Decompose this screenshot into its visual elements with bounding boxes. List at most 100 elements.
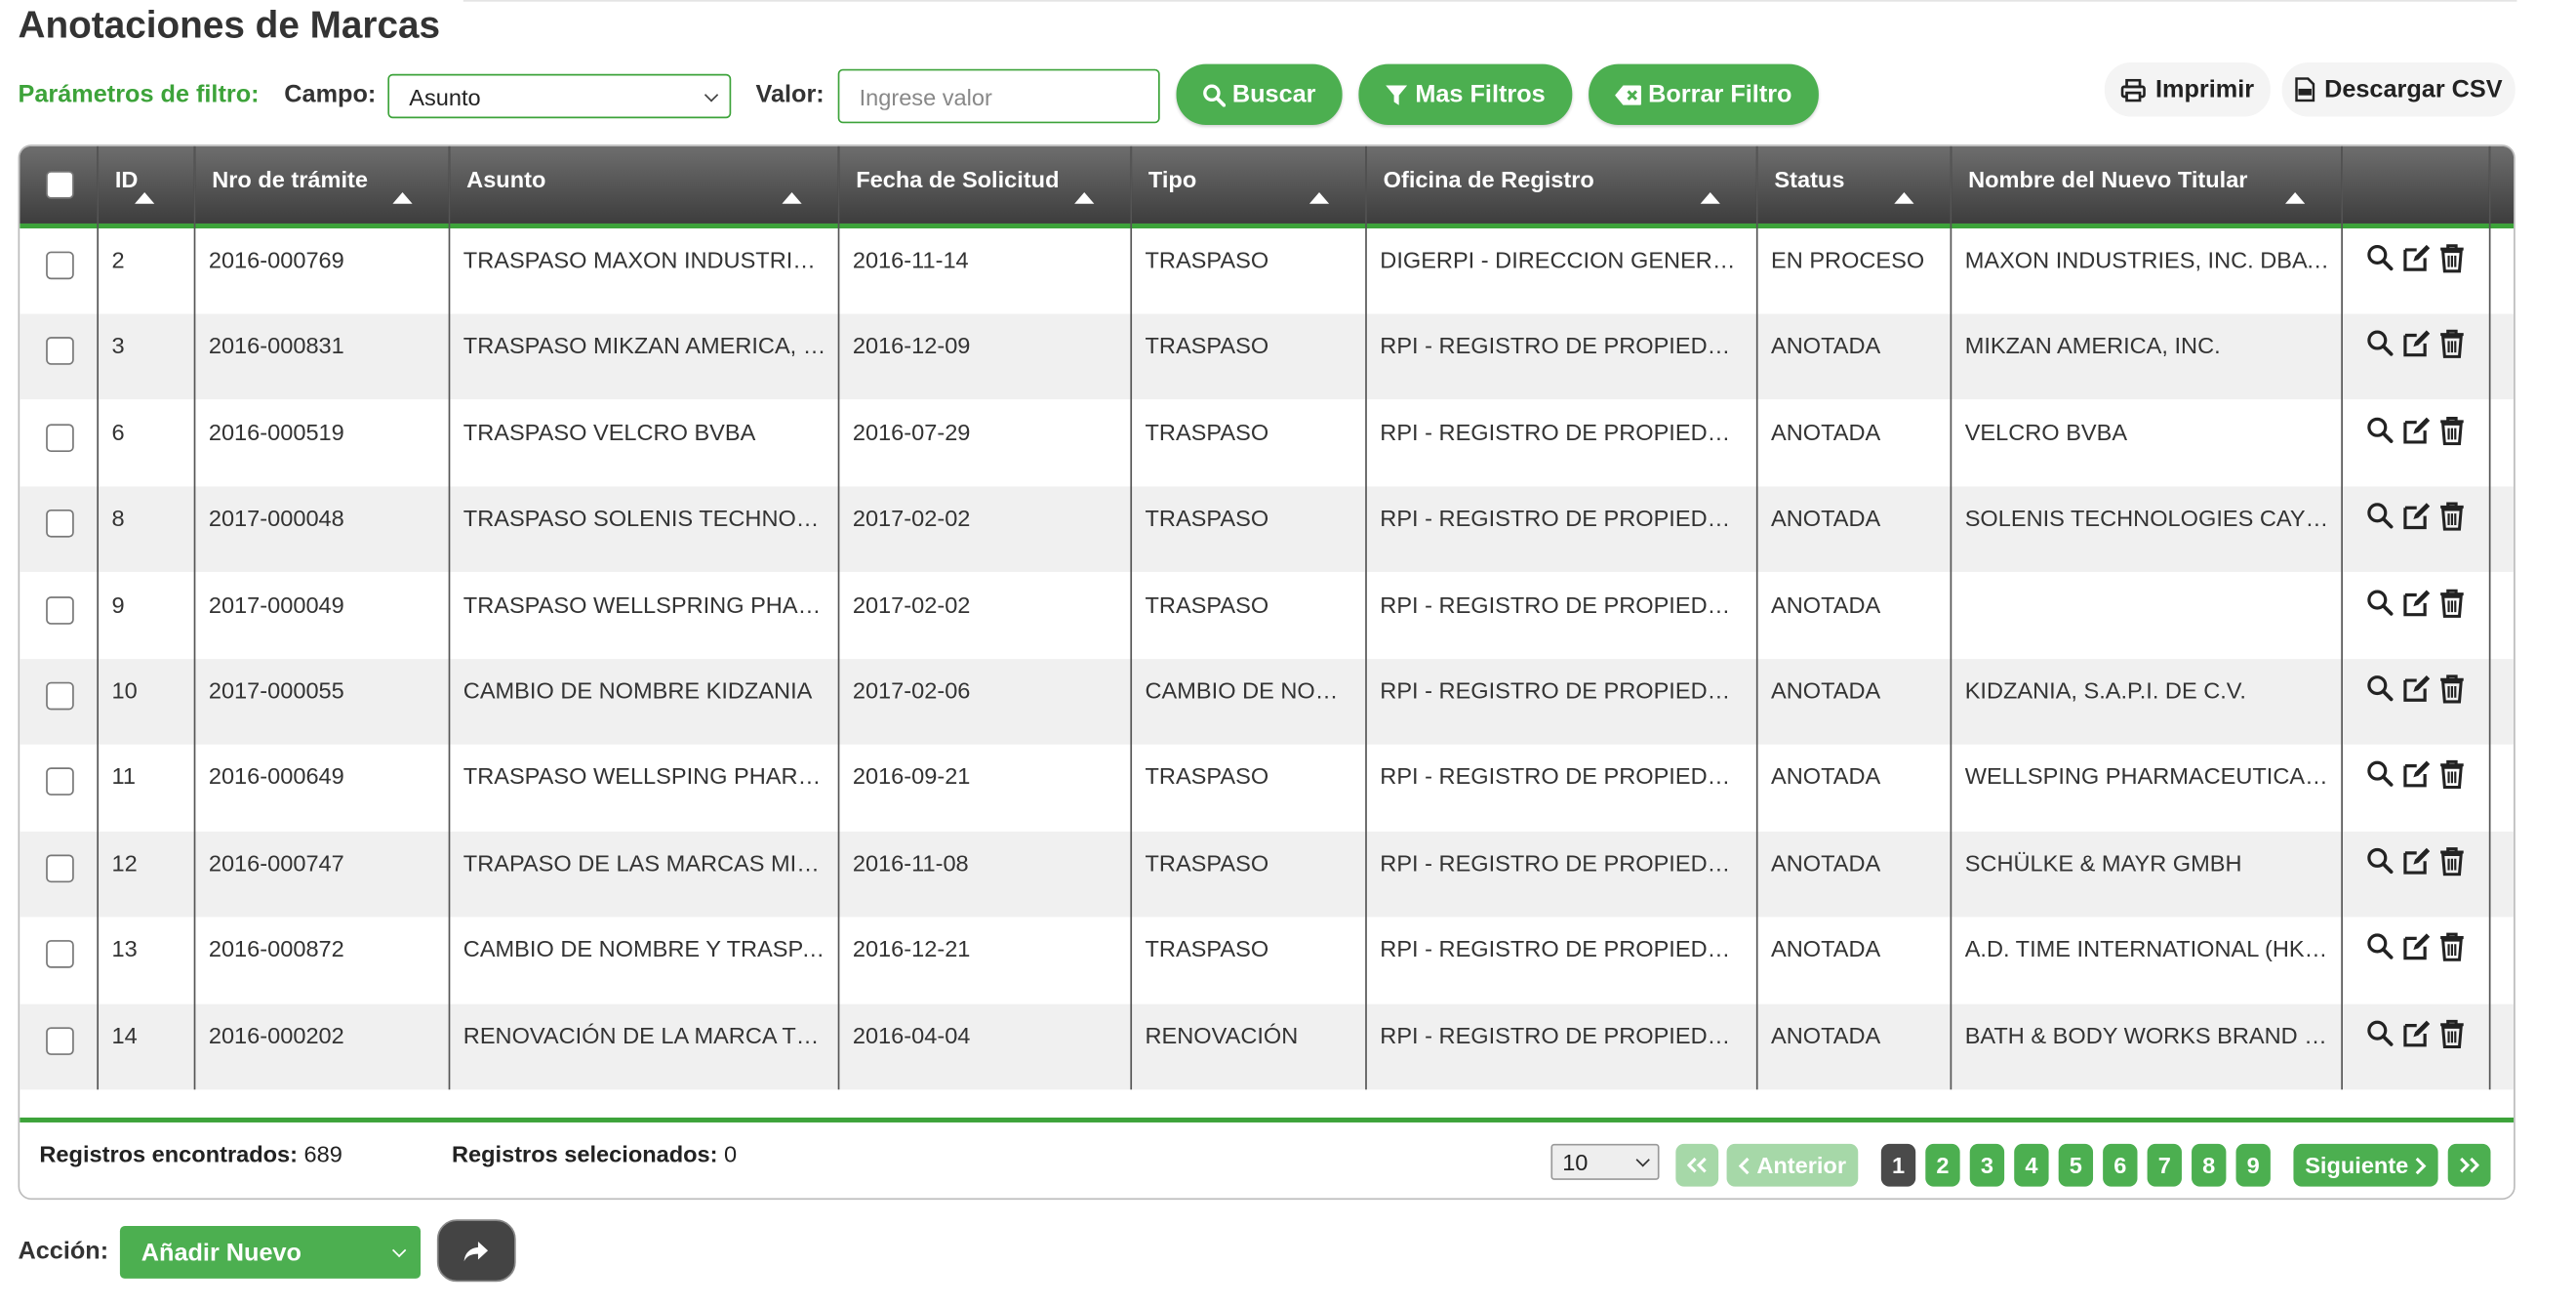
page-button[interactable]: 1 [1880, 1143, 1916, 1187]
view-icon[interactable] [2366, 846, 2395, 876]
edit-icon[interactable] [2402, 673, 2431, 703]
cell-asunto: TRAPASO DE LAS MARCAS MIKZAN [463, 849, 840, 877]
row-actions [2366, 673, 2467, 704]
cell-status: ANOTADA [1771, 762, 1881, 790]
select-all-checkbox[interactable] [46, 171, 74, 199]
table-row[interactable]: 11 2016-000649 TRASPASO WELLSPING PHARMACE… [20, 745, 2514, 831]
descargar-csv-button[interactable]: Descargar CSV [2281, 61, 2516, 117]
header-tipo[interactable]: Tipo [1132, 145, 1367, 224]
cell-asunto: TRASPASO VELCRO BVBA [463, 419, 756, 445]
execute-action-button[interactable] [436, 1219, 516, 1283]
cell-status: ANOTADA [1771, 1021, 1881, 1048]
edit-icon[interactable] [2402, 502, 2431, 531]
view-icon[interactable] [2366, 416, 2395, 445]
delete-icon[interactable] [2438, 1018, 2467, 1048]
edit-icon[interactable] [2402, 1018, 2431, 1047]
row-checkbox[interactable] [46, 251, 74, 280]
delete-icon[interactable] [2438, 932, 2467, 962]
view-icon[interactable] [2366, 932, 2395, 961]
table-row[interactable]: 10 2017-000055 CAMBIO DE NOMBRE KIDZANIA 20… [20, 659, 2515, 745]
row-checkbox[interactable] [46, 854, 74, 882]
edit-icon[interactable] [2402, 243, 2431, 272]
page-button[interactable]: 2 [1925, 1143, 1960, 1187]
header-status[interactable]: Status [1758, 145, 1952, 224]
delete-icon[interactable] [2438, 243, 2467, 273]
cell-oficina: RPI - REGISTRO DE PROPIEDAD INDUSTRIAL [1380, 505, 1757, 532]
accion-select[interactable]: Añadir Nuevo [119, 1226, 422, 1279]
header-select-cell [20, 145, 100, 224]
row-checkbox[interactable] [46, 424, 74, 452]
page-button[interactable]: 6 [2103, 1143, 2138, 1187]
page-button[interactable]: 7 [2147, 1143, 2182, 1187]
cell-status: ANOTADA [1771, 505, 1881, 532]
table-row[interactable]: 12 2016-000747 TRAPASO DE LAS MARCAS MIKZA… [20, 831, 2515, 918]
table-row[interactable]: 13 2016-000872 CAMBIO DE NOMBRE Y TRASPASO… [20, 918, 2514, 1003]
cell-titular: SOLENIS TECHNOLOGIES CAYMAN [1964, 505, 2343, 532]
last-page-button[interactable] [2447, 1143, 2491, 1187]
view-icon[interactable] [2366, 243, 2395, 272]
table-row[interactable]: 2 2016-000769 TRASPASO MAXON INDUSTRIES, I… [20, 228, 2514, 314]
imprimir-button[interactable]: Imprimir [2104, 61, 2271, 117]
borrar-filtro-button[interactable]: Borrar Filtro [1589, 63, 1819, 125]
page-button[interactable]: 3 [1969, 1143, 2005, 1187]
edit-icon[interactable] [2402, 329, 2431, 358]
table-row[interactable]: 8 2017-000048 TRASPASO SOLENIS TECHNOLOGIE… [20, 486, 2515, 573]
cell-id: 13 [111, 935, 138, 962]
header-oficina[interactable]: Oficina de Registro [1367, 145, 1758, 224]
delete-icon[interactable] [2438, 502, 2467, 531]
valor-input[interactable] [837, 68, 1160, 124]
view-icon[interactable] [2366, 760, 2395, 790]
edit-icon[interactable] [2402, 760, 2431, 790]
page-button[interactable]: 4 [2014, 1143, 2049, 1187]
view-icon[interactable] [2366, 588, 2395, 617]
row-checkbox[interactable] [46, 595, 74, 625]
header-titular[interactable]: Nombre del Nuevo Titular [1952, 145, 2343, 224]
delete-icon[interactable] [2438, 673, 2467, 704]
edit-icon[interactable] [2402, 588, 2431, 617]
siguiente-button[interactable]: Siguiente [2293, 1143, 2438, 1187]
mas-filtros-button[interactable]: Mas Filtros [1358, 63, 1573, 125]
page-button[interactable]: 9 [2235, 1143, 2271, 1187]
row-checkbox[interactable] [46, 940, 74, 969]
view-icon[interactable] [2366, 502, 2395, 531]
table-row[interactable]: 6 2016-000519 TRASPASO VELCRO BVBA 2016-07-… [20, 400, 2514, 486]
registros-encontrados: Registros encontrados: 689 [39, 1140, 342, 1166]
view-icon[interactable] [2366, 329, 2395, 358]
first-page-button[interactable] [1675, 1143, 1719, 1187]
row-checkbox[interactable] [46, 337, 74, 366]
last-page-icon [2460, 1157, 2479, 1173]
page-button[interactable]: 8 [2192, 1143, 2227, 1187]
page-button[interactable]: 5 [2058, 1143, 2094, 1187]
edit-icon[interactable] [2402, 932, 2431, 961]
table-row[interactable]: 9 2017-000049 TRASPASO WELLSPRING PHARMACE… [20, 573, 2514, 659]
header-id[interactable]: ID [99, 145, 196, 224]
cell-nro-tramite: 2016-000649 [208, 762, 344, 790]
page-size-select[interactable]: 10 [1550, 1143, 1660, 1180]
row-checkbox[interactable] [46, 767, 74, 796]
edit-icon[interactable] [2402, 416, 2431, 445]
edit-icon[interactable] [2402, 846, 2431, 876]
row-checkbox[interactable] [46, 681, 74, 711]
column-divider [193, 145, 196, 1090]
view-icon[interactable] [2366, 1018, 2395, 1047]
header-nro-tramite[interactable]: Nro de trámite [195, 145, 451, 224]
delete-icon[interactable] [2438, 416, 2467, 445]
anterior-button[interactable]: Anterior [1726, 1143, 1859, 1187]
table-row[interactable]: 3 2016-000831 TRASPASO MIKZAN AMERICA, INC… [20, 314, 2515, 400]
delete-icon[interactable] [2438, 760, 2467, 790]
delete-icon[interactable] [2438, 846, 2467, 876]
view-icon[interactable] [2366, 673, 2395, 703]
cell-tipo: TRASPASO [1145, 246, 1269, 273]
header-asunto[interactable]: Asunto [450, 145, 840, 224]
row-checkbox[interactable] [46, 510, 74, 538]
delete-icon[interactable] [2438, 329, 2467, 359]
buscar-button[interactable]: Buscar [1176, 63, 1343, 125]
table-row[interactable]: 14 2016-000202 RENOVACIÓN DE LA MARCA TEXT… [20, 1003, 2515, 1089]
cell-oficina: RPI - REGISTRO DE PROPIEDAD INDUSTRIAL [1380, 1021, 1757, 1048]
header-fecha[interactable]: Fecha de Solicitud [839, 145, 1133, 224]
campo-select[interactable]: Asunto [387, 73, 732, 119]
delete-icon[interactable] [2438, 588, 2467, 618]
row-checkbox[interactable] [46, 1026, 74, 1055]
cell-nro-tramite: 2016-000202 [208, 1021, 344, 1048]
cell-oficina: RPI - REGISTRO DE PROPIEDAD INDUSTRIAL [1380, 935, 1757, 962]
